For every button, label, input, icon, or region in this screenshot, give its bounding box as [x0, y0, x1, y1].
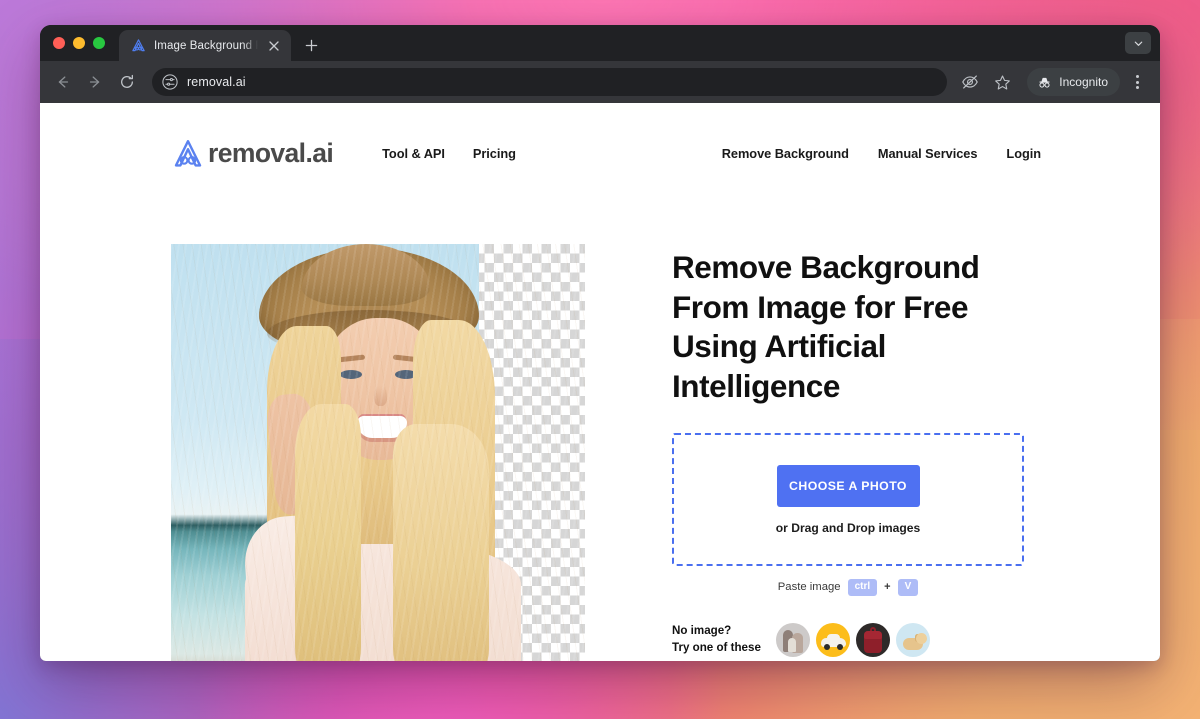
incognito-indicator[interactable]: Incognito — [1027, 68, 1120, 96]
browser-tab[interactable]: Image Background Remover | — [119, 30, 291, 61]
toolbar-right-controls: Incognito — [955, 67, 1150, 97]
reload-icon[interactable] — [112, 67, 142, 97]
primary-nav-right: Remove Background Manual Services Login — [722, 146, 1041, 161]
kbd-v: V — [897, 579, 919, 596]
nav-item-login[interactable]: Login — [1006, 146, 1041, 161]
minimize-window-button[interactable] — [73, 37, 85, 49]
nav-item-pricing[interactable]: Pricing — [473, 146, 516, 161]
upload-dropzone[interactable]: CHOOSE A PHOTO or Drag and Drop images — [672, 433, 1024, 566]
backpack-thumbnail-flap — [863, 630, 882, 639]
incognito-label: Incognito — [1059, 75, 1108, 89]
car-thumbnail-roof — [826, 633, 840, 640]
close-window-button[interactable] — [53, 37, 65, 49]
window-traffic-lights — [53, 25, 119, 61]
sample-images-section: No image? Try one of these — [672, 622, 1041, 657]
sample-label-line1: No image? — [672, 624, 732, 637]
sample-thumbnail-car[interactable] — [815, 622, 850, 657]
removal-ai-a-logo-icon — [171, 137, 205, 171]
people-thumbnail-shape-3 — [787, 637, 796, 652]
brand-name: removal.ai — [208, 138, 334, 168]
dog-thumbnail-head — [915, 632, 927, 644]
incognito-hat-icon — [1037, 75, 1052, 90]
paste-image-label: Paste image — [777, 581, 841, 594]
removed-background-region — [479, 244, 585, 661]
site-header: removal.ai Tool & API Pricing Remove Bac… — [40, 103, 1160, 204]
eye-off-icon[interactable] — [955, 67, 985, 97]
primary-nav-left: Tool & API Pricing — [382, 146, 516, 161]
new-tab-button[interactable] — [297, 31, 325, 59]
nav-item-remove-background[interactable]: Remove Background — [722, 146, 849, 161]
drag-and-drop-hint: or Drag and Drop images — [775, 520, 921, 535]
back-arrow-icon[interactable] — [48, 67, 78, 97]
hero-section: Remove Background From Image for Free Us… — [40, 204, 1160, 661]
chevron-down-icon[interactable] — [1125, 32, 1151, 54]
tab-title: Image Background Remover | — [154, 39, 258, 52]
hero-content-column: Remove Background From Image for Free Us… — [585, 204, 1041, 661]
subject-eye-left — [340, 370, 362, 379]
brand-logo-link[interactable]: removal.ai — [171, 137, 334, 171]
maximize-window-button[interactable] — [93, 37, 105, 49]
sample-thumbnail-dog[interactable] — [895, 622, 930, 657]
subject-hair-front-left — [295, 404, 361, 661]
sample-thumbnail-people[interactable] — [775, 622, 810, 657]
address-bar-url[interactable]: removal.ai — [187, 75, 935, 89]
browser-window: Image Background Remover | — [40, 25, 1160, 661]
tab-favicon-icon — [130, 38, 146, 54]
subject-nose — [374, 386, 387, 406]
hero-demo-image — [171, 244, 585, 661]
address-bar[interactable]: removal.ai — [152, 68, 948, 96]
choose-a-photo-button[interactable]: CHOOSE A PHOTO — [776, 464, 920, 507]
tab-strip-right-controls — [1125, 25, 1160, 61]
forward-arrow-icon[interactable] — [80, 67, 110, 97]
photo-composition — [171, 244, 585, 661]
nav-item-manual-services[interactable]: Manual Services — [878, 146, 978, 161]
kbd-ctrl: ctrl — [847, 579, 878, 596]
browser-tab-strip: Image Background Remover | — [40, 25, 1160, 61]
kbd-plus: + — [884, 581, 891, 594]
page-settings-sliders-icon[interactable] — [161, 74, 178, 91]
browser-menu-icon[interactable] — [1124, 67, 1150, 97]
page-title: Remove Background From Image for Free Us… — [672, 249, 980, 404]
tab-close-icon[interactable] — [266, 38, 282, 54]
sample-thumbnails — [775, 622, 930, 657]
bookmark-star-icon[interactable] — [987, 67, 1017, 97]
browser-toolbar: removal.ai Incognito — [40, 61, 1160, 103]
page-viewport: removal.ai Tool & API Pricing Remove Bac… — [40, 103, 1160, 661]
car-thumbnail-wheel-rear — [836, 643, 843, 650]
subject-hair-front-right — [393, 424, 489, 661]
paste-image-hint: Paste image ctrl + V — [672, 579, 1024, 596]
hero-photo-column — [171, 204, 585, 661]
sample-thumbnail-backpack[interactable] — [855, 622, 890, 657]
car-thumbnail-wheel-front — [823, 643, 830, 650]
sample-label-line2: Try one of these — [672, 640, 761, 654]
nav-item-tool-and-api[interactable]: Tool & API — [382, 146, 445, 161]
sample-images-label: No image? Try one of these — [672, 623, 761, 656]
